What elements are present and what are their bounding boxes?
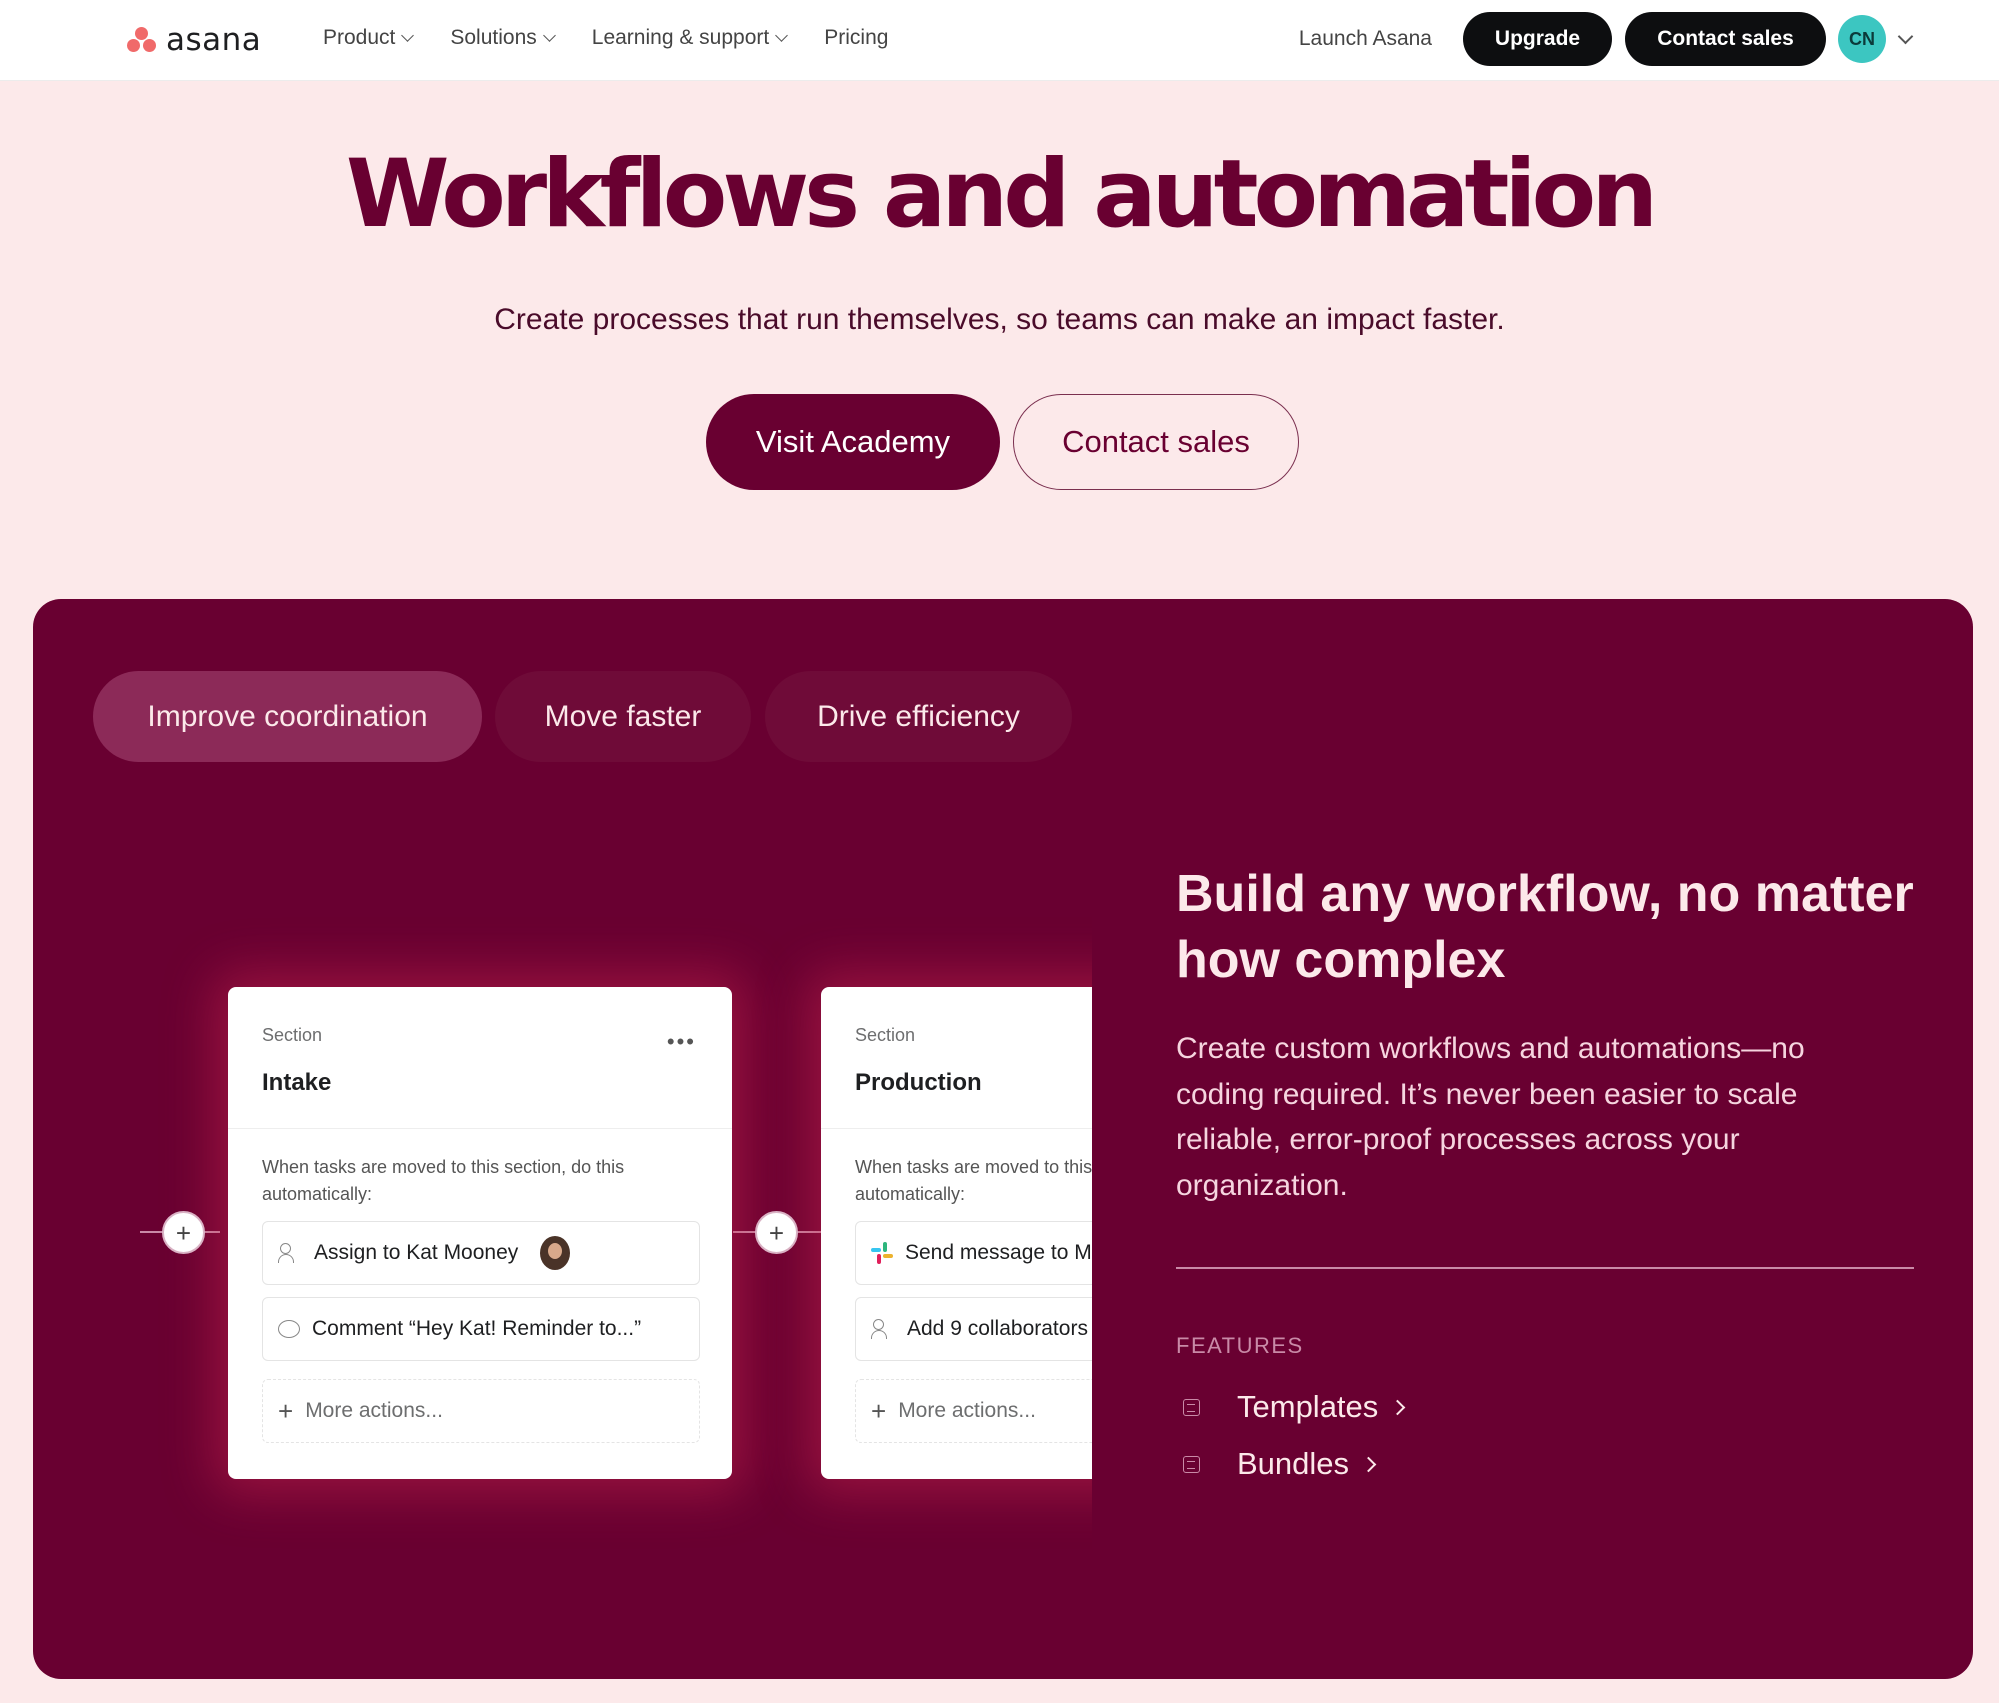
action-text: Comment “Hey Kat! Reminder to...” (312, 1317, 642, 1340)
nav-actions: Launch Asana Upgrade Contact sales CN (1299, 12, 1914, 66)
feature-description: Create custom workflows and automations—… (1176, 1032, 1805, 1202)
feature-title: Build any workflow, no matter how comple… (1176, 865, 1914, 989)
rule-description: When tasks are moved to this section, do… (855, 1157, 1092, 1204)
rule-description: When tasks are moved to this section, do… (262, 1157, 625, 1204)
nav-item-label: Product (323, 26, 396, 49)
slack-icon (871, 1242, 893, 1264)
avatar[interactable]: CN (1838, 15, 1886, 63)
users-icon (871, 1318, 895, 1340)
add-step-icon[interactable]: + (755, 1211, 798, 1254)
rule-action-comment[interactable]: Comment “Hey Kat! Reminder to...” (262, 1297, 700, 1361)
contact-sales-nav-button[interactable]: Contact sales (1625, 12, 1826, 66)
nav-item-label: Learning & support (591, 26, 770, 49)
card-header: Section Intake ••• (228, 987, 732, 1129)
chevron-down-icon (542, 29, 556, 42)
nav-item-label: Pricing (824, 26, 889, 49)
visit-academy-button[interactable]: Visit Academy (706, 394, 1000, 490)
chevron-right-icon (1390, 1399, 1406, 1415)
workflow-feature-panel: Improve coordination Move faster Drive e… (33, 599, 1973, 1679)
feature-link-label: Templates (1237, 1389, 1379, 1424)
bundle-icon (1183, 1455, 1200, 1473)
upgrade-button[interactable]: Upgrade (1463, 12, 1612, 66)
workflow-illustration: Section Intake ••• When tasks are moved … (33, 599, 1092, 1679)
divider (1176, 1267, 1914, 1269)
nav-item-label: Solutions (450, 26, 537, 49)
comment-icon (278, 1320, 300, 1338)
section-card-intake: Section Intake ••• When tasks are moved … (228, 987, 732, 1479)
section-name: Production (855, 1069, 982, 1096)
card-header: Section Production (821, 987, 1092, 1129)
template-icon (1183, 1398, 1200, 1416)
section-card-production: Section Production When tasks are moved … (821, 987, 1092, 1479)
nav-item-product[interactable]: Product (323, 26, 415, 50)
feature-link-label: Bundles (1237, 1446, 1350, 1481)
feature-link-bundles[interactable]: Bundles (1183, 1446, 1377, 1482)
add-step-icon[interactable]: + (162, 1211, 205, 1254)
feature-link-templates[interactable]: Templates (1183, 1389, 1406, 1425)
section-name: Intake (262, 1069, 332, 1096)
plus-icon: + (871, 1396, 887, 1426)
nav-item-learning-support[interactable]: Learning & support (591, 26, 789, 50)
action-text: Assign to Kat Mooney (314, 1241, 519, 1264)
chevron-right-icon (1360, 1456, 1377, 1472)
more-actions-button[interactable]: + More actions... (855, 1379, 1092, 1443)
action-text: More actions... (898, 1399, 1036, 1422)
action-text: More actions... (305, 1399, 443, 1422)
nav-item-solutions[interactable]: Solutions (450, 26, 556, 50)
hero-subtitle: Create processes that run themselves, so… (494, 303, 1505, 336)
features-heading: FEATURES (1176, 1333, 1304, 1358)
nav-menu: Product Solutions Learning & support Pri… (323, 26, 888, 50)
rule-action-send-message[interactable]: Send message to M (855, 1221, 1092, 1285)
rule-action-assign[interactable]: Assign to Kat Mooney (262, 1221, 700, 1285)
plus-icon: + (278, 1396, 294, 1426)
chevron-down-icon (401, 29, 415, 42)
nav-item-pricing[interactable]: Pricing (824, 26, 888, 50)
chevron-down-icon (775, 29, 789, 42)
top-navbar: asana Product Solutions Learning & suppo… (0, 0, 1999, 81)
section-label: Section (855, 1025, 916, 1045)
action-text: Add 9 collaborators (907, 1317, 1088, 1340)
asana-logo[interactable]: asana (126, 22, 261, 58)
more-actions-button[interactable]: + More actions... (262, 1379, 700, 1443)
more-options-icon[interactable]: ••• (667, 1029, 696, 1055)
action-text: Send message to M (905, 1241, 1092, 1264)
page-title: Workflows and automation (345, 140, 1658, 249)
assignee-avatar (540, 1236, 571, 1270)
section-label: Section (262, 1025, 323, 1045)
users-icon (278, 1242, 302, 1264)
rule-action-add-collaborators[interactable]: Add 9 collaborators (855, 1297, 1092, 1361)
asana-logo-icon (126, 25, 158, 55)
logo-text: asana (166, 22, 262, 58)
launch-asana-link[interactable]: Launch Asana (1299, 27, 1432, 51)
chevron-down-icon[interactable] (1897, 28, 1914, 44)
contact-sales-button[interactable]: Contact sales (1013, 394, 1299, 490)
